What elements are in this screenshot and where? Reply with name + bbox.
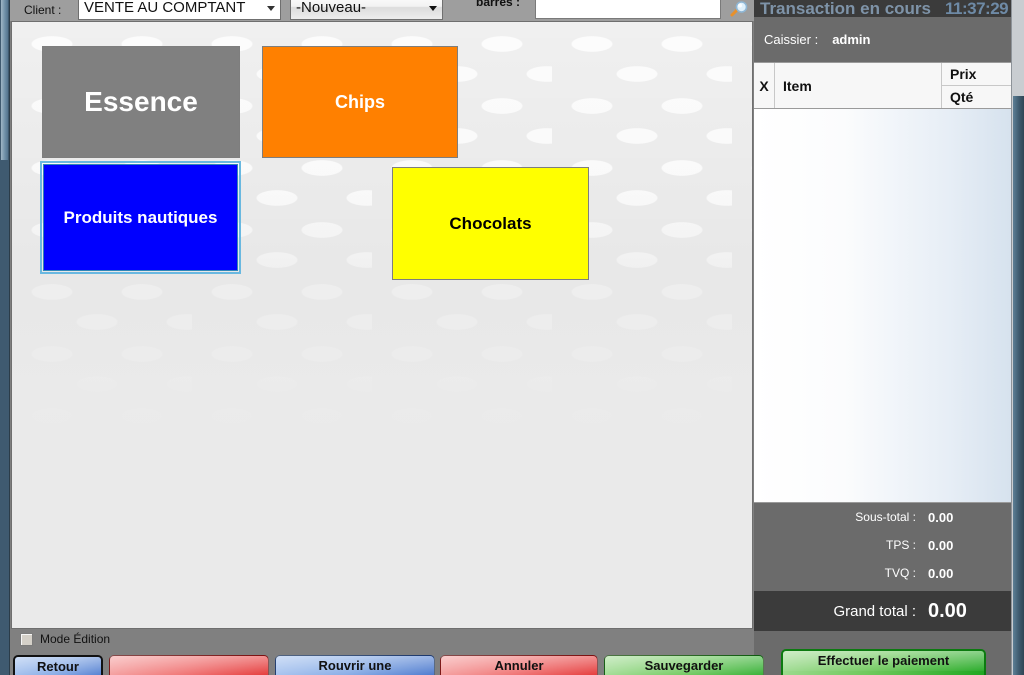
top-toolbar: Client : VENTE AU COMPTANT -Nouveau- bar… [10,0,754,21]
tvq-label: TVQ : [884,566,916,580]
product-tile[interactable]: Essence [42,46,240,158]
total-row-tps: TPS : 0.00 [754,531,1012,559]
product-tile-label: Produits nautiques [63,207,218,227]
product-grid-panel: Essence Chips Produits nautiques Chocolats [11,21,753,629]
grand-total-label: Grand total : [833,602,916,620]
transaction-clock: 11:37:29 [945,0,1009,17]
items-table-header: X Item Prix Qté [754,62,1012,109]
transaction-dropdown-value: -Nouveau- [296,0,367,16]
tps-label: TPS : [885,538,916,552]
cashier-row: Caissier : admin [754,17,1012,62]
product-tile-label: Chocolats [449,213,532,233]
transaction-dropdown[interactable]: -Nouveau- [290,0,443,20]
paiement-button-label: Effectuer le paiement [817,653,950,668]
pos-application: Client : VENTE AU COMPTANT -Nouveau- bar… [0,0,1024,675]
transaction-title: Transaction en cours [760,0,931,17]
client-dropdown-value: VENTE AU COMPTANT [84,0,246,16]
grand-total-value: 0.00 [928,599,967,622]
barcode-label: barres : [476,0,521,9]
tps-value: 0.00 [928,537,954,553]
right-scrollbar[interactable] [1011,0,1024,675]
retour-button-label: Retour [37,659,79,674]
rouvrir-button[interactable]: Rouvrir une [275,655,435,675]
column-header-item: Item [775,63,942,108]
chevron-down-icon [267,5,275,11]
edit-mode-label: Mode Édition [40,632,111,646]
rouvrir-button-label: Rouvrir une [318,658,392,673]
edit-mode-bar: Mode Édition [11,630,753,648]
paiement-button[interactable]: Effectuer le paiement [781,649,986,675]
column-header-price: Prix [942,63,1012,86]
left-scrollbar[interactable] [0,0,10,675]
totals-section: Sous-total : 0.00 TPS : 0.00 TVQ : 0.00 [754,503,1012,591]
magnifier-icon[interactable] [728,0,750,20]
column-header-qty: Qté [950,89,974,105]
edit-mode-checkbox[interactable] [20,632,33,646]
product-tile[interactable]: Chips [262,46,458,158]
tvq-value: 0.00 [928,565,954,581]
transaction-panel: Transaction en cours 11:37:29 Caissier :… [754,0,1012,675]
right-scrollbar-thumb[interactable] [1013,96,1024,675]
grand-total-row: Grand total : 0.00 [754,591,1012,631]
chevron-down-icon [429,5,437,11]
sauvegarder-button-label: Sauvegarder [644,658,724,673]
cashier-label: Caissier : [764,32,819,47]
left-scrollbar-thumb[interactable] [1,0,8,160]
cashier-name: admin [832,32,871,47]
column-header-select: X [754,63,775,108]
transaction-title-bar: Transaction en cours 11:37:29 [754,0,1012,17]
client-dropdown[interactable]: VENTE AU COMPTANT [78,0,281,20]
product-tile[interactable]: Produits nautiques [40,161,241,274]
barcode-input[interactable] [535,0,721,19]
product-tile-label: Essence [84,86,198,117]
subtotal-value: 0.00 [928,509,954,525]
product-tile[interactable]: Chocolats [392,167,589,280]
action-2-button[interactable] [109,655,269,675]
items-list[interactable] [754,109,1012,503]
bottom-button-bar: Retour Rouvrir une Annuler Sauvegarder Effec… [0,649,1024,675]
annuler-button[interactable]: Annuler [440,655,598,675]
total-row-tvq: TVQ : 0.00 [754,559,1012,587]
total-row-subtotal: Sous-total : 0.00 [754,503,1012,531]
sauvegarder-button[interactable]: Sauvegarder [604,655,764,675]
subtotal-label: Sous-total : [855,510,916,524]
product-tile-label: Chips [334,91,385,112]
annuler-button-label: Annuler [494,658,544,673]
client-label: Client : [24,3,62,17]
column-header-right-group: Prix Qté [942,63,1012,108]
retour-button[interactable]: Retour [13,655,103,675]
